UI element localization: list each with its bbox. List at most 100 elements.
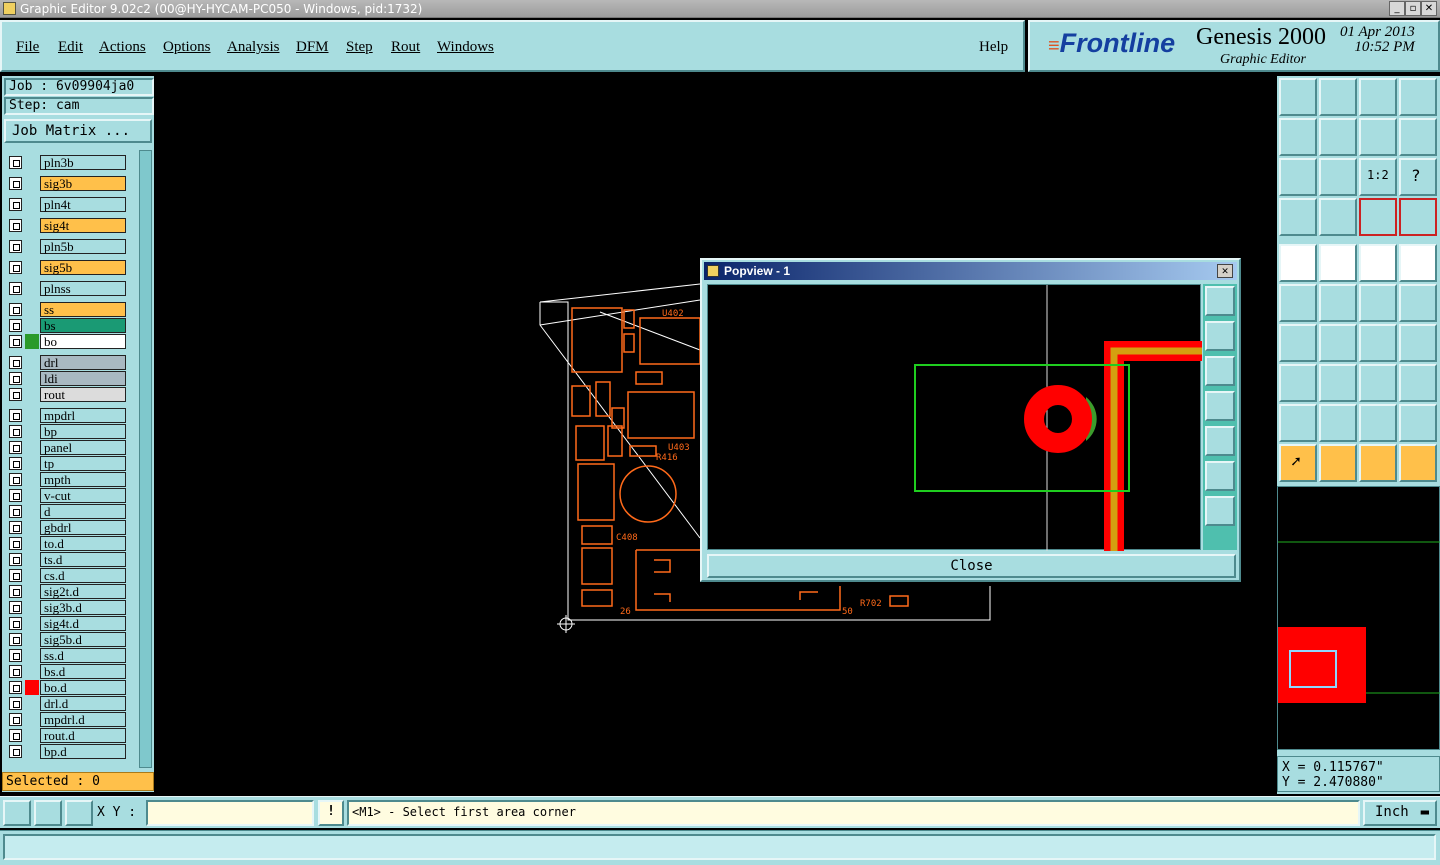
layer-row[interactable]: panel bbox=[6, 440, 128, 455]
layer-name[interactable]: gbdrl bbox=[40, 520, 126, 535]
layer-row[interactable]: cs.d bbox=[6, 568, 128, 583]
pan-left-icon[interactable] bbox=[1279, 118, 1317, 156]
layer-row[interactable]: bp bbox=[6, 424, 128, 439]
layer-name[interactable]: mpth bbox=[40, 472, 126, 487]
popview-pan-up-icon[interactable] bbox=[1205, 321, 1235, 351]
layer-checkbox[interactable] bbox=[9, 633, 22, 646]
layer-checkbox[interactable] bbox=[9, 729, 22, 742]
layer-name[interactable]: sig5b bbox=[40, 260, 126, 275]
layer-row[interactable]: plnss bbox=[6, 281, 128, 296]
layer-row[interactable]: pln4t bbox=[6, 197, 128, 212]
popview-close-button[interactable]: Close bbox=[707, 554, 1236, 578]
popview-zoom-home-icon[interactable] bbox=[1205, 496, 1235, 526]
layer-name[interactable]: sig4t bbox=[40, 218, 126, 233]
layer-name[interactable]: ts.d bbox=[40, 552, 126, 567]
menu-step[interactable]: Step bbox=[346, 39, 373, 56]
layer-row[interactable]: bo bbox=[6, 334, 128, 349]
pan-down-icon[interactable] bbox=[1319, 78, 1357, 116]
layer-row[interactable]: sig2t.d bbox=[6, 584, 128, 599]
layer-checkbox[interactable] bbox=[9, 649, 22, 662]
layer-checkbox[interactable] bbox=[9, 282, 22, 295]
layer-checkbox[interactable] bbox=[9, 665, 22, 678]
netlist-icon[interactable] bbox=[1359, 198, 1397, 236]
layer-row[interactable]: bs bbox=[6, 318, 128, 333]
zoom-fit-icon[interactable] bbox=[1279, 158, 1317, 196]
connect-icon[interactable] bbox=[1279, 284, 1317, 322]
layer-row[interactable]: ts.d bbox=[6, 552, 128, 567]
layer-name[interactable]: sig5b.d bbox=[40, 632, 126, 647]
layer-checkbox[interactable] bbox=[9, 303, 22, 316]
layer-checkbox[interactable] bbox=[9, 388, 22, 401]
layer-checkbox[interactable] bbox=[9, 505, 22, 518]
layer-checkbox[interactable] bbox=[9, 585, 22, 598]
line-tool-icon[interactable] bbox=[1359, 284, 1397, 322]
layer-row[interactable]: sig3b bbox=[6, 176, 128, 191]
layer-row[interactable]: drl bbox=[6, 355, 128, 370]
layer-name[interactable]: to.d bbox=[40, 536, 126, 551]
layer-checkbox[interactable] bbox=[9, 198, 22, 211]
popview-zoom-icon[interactable] bbox=[1205, 286, 1235, 316]
menu-windows[interactable]: Windows bbox=[437, 39, 494, 56]
layer-name[interactable]: ss bbox=[40, 302, 126, 317]
layer-row[interactable]: tp bbox=[6, 456, 128, 471]
layer-row[interactable]: rout bbox=[6, 387, 128, 402]
polygon-icon[interactable] bbox=[1319, 404, 1357, 442]
menu-options[interactable]: Options bbox=[163, 39, 211, 56]
layer-checkbox[interactable] bbox=[9, 335, 22, 348]
menu-edit[interactable]: Edit bbox=[58, 39, 83, 56]
polygon-cut-icon[interactable] bbox=[1399, 404, 1437, 442]
netlist-compare-icon[interactable] bbox=[1399, 198, 1437, 236]
line-arrow-icon[interactable] bbox=[1399, 284, 1437, 322]
layer-checkbox[interactable] bbox=[9, 569, 22, 582]
layer-row[interactable]: mpdrl.d bbox=[6, 712, 128, 727]
menu-file[interactable]: File bbox=[16, 39, 39, 56]
settings-icon[interactable] bbox=[1279, 198, 1317, 236]
zoom-center-icon[interactable] bbox=[1319, 158, 1357, 196]
rotate-icon[interactable] bbox=[1359, 324, 1397, 362]
layer-name[interactable]: sig4t.d bbox=[40, 616, 126, 631]
layer-row[interactable]: sig5b bbox=[6, 260, 128, 275]
menu-dfm[interactable]: DFM bbox=[296, 39, 329, 56]
layer-name[interactable]: drl.d bbox=[40, 696, 126, 711]
layer-checkbox[interactable] bbox=[9, 425, 22, 438]
popview-zoom-fit-icon[interactable] bbox=[1205, 461, 1235, 491]
mirror-icon[interactable] bbox=[1399, 324, 1437, 362]
zoom-1to2-icon[interactable]: 1:2 bbox=[1359, 158, 1397, 196]
popview-close-x-button[interactable]: ✕ bbox=[1217, 264, 1233, 278]
layer-name[interactable]: ss.d bbox=[40, 648, 126, 663]
layer-name[interactable]: pln5b bbox=[40, 239, 126, 254]
layer-name[interactable]: pln4t bbox=[40, 197, 126, 212]
triangle-icon[interactable] bbox=[1279, 404, 1317, 442]
layer-row[interactable]: sig4t.d bbox=[6, 616, 128, 631]
layer-row[interactable]: ss bbox=[6, 302, 128, 317]
layer-checkbox[interactable] bbox=[9, 372, 22, 385]
copy-icon[interactable] bbox=[1399, 364, 1437, 402]
layer-row[interactable]: ss.d bbox=[6, 648, 128, 663]
layer-name[interactable]: sig3b.d bbox=[40, 600, 126, 615]
layer-checkbox[interactable] bbox=[9, 537, 22, 550]
grid-icon[interactable] bbox=[1319, 198, 1357, 236]
layer-checkbox[interactable] bbox=[9, 156, 22, 169]
layer-checkbox[interactable] bbox=[9, 473, 22, 486]
layer-checkbox[interactable] bbox=[9, 489, 22, 502]
layer-name[interactable]: mpdrl bbox=[40, 408, 126, 423]
pad-move-icon[interactable] bbox=[1279, 364, 1317, 402]
layer-checkbox[interactable] bbox=[9, 601, 22, 614]
layer-row[interactable]: sig5b.d bbox=[6, 632, 128, 647]
warning-icon[interactable]: ! bbox=[318, 800, 344, 826]
layer-checkbox[interactable] bbox=[9, 521, 22, 534]
layer-name[interactable]: rout bbox=[40, 387, 126, 402]
add-pad-icon[interactable] bbox=[1279, 244, 1317, 282]
layer-name[interactable]: pln3b bbox=[40, 155, 126, 170]
layer-name[interactable]: bp.d bbox=[40, 744, 126, 759]
layer-name[interactable]: bo bbox=[40, 334, 126, 349]
layer-name[interactable]: rout.d bbox=[40, 728, 126, 743]
pan-up-icon[interactable] bbox=[1279, 78, 1317, 116]
slash-icon[interactable] bbox=[1319, 324, 1357, 362]
layer-row[interactable]: d bbox=[6, 504, 128, 519]
layer-scrollbar[interactable] bbox=[139, 150, 152, 768]
layer-checkbox[interactable] bbox=[9, 319, 22, 332]
layer-row[interactable]: bs.d bbox=[6, 664, 128, 679]
layer-row[interactable]: sig4t bbox=[6, 218, 128, 233]
layer-checkbox[interactable] bbox=[9, 219, 22, 232]
